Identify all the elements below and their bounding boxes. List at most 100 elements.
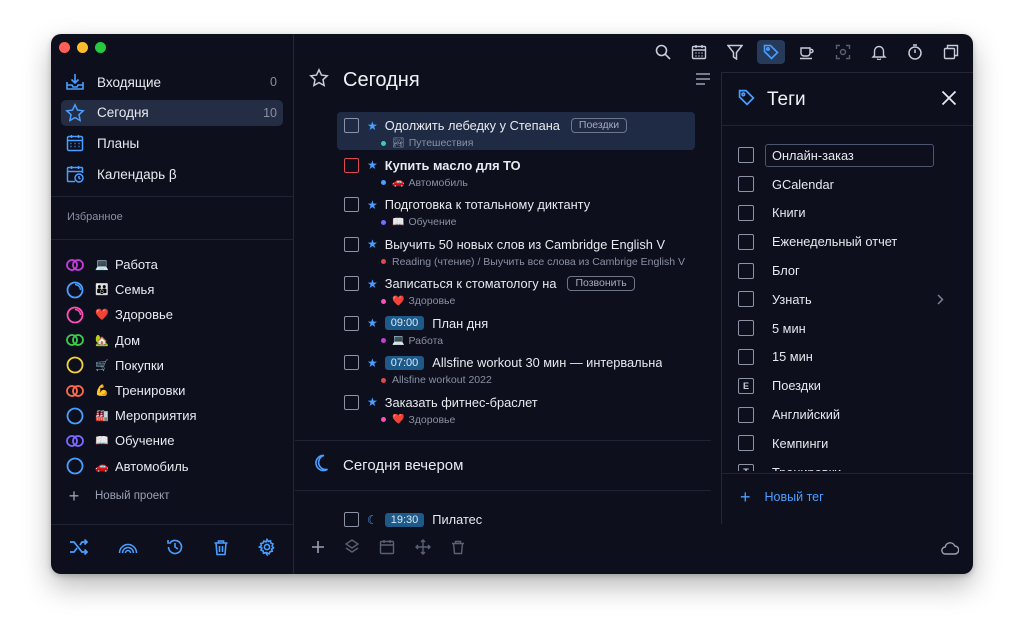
task-row[interactable]: ★ 07:00 Allsfine workout 30 мин — интервал… xyxy=(337,349,695,387)
task-checkbox[interactable] xyxy=(344,118,359,133)
task-row[interactable]: ★ 09:00 План дня 💻 Работа xyxy=(337,310,695,348)
sidebar-item-calendar[interactable]: Календарь β xyxy=(61,161,283,187)
sidebar-project-item[interactable]: 📖 Обучение xyxy=(66,428,286,453)
tag-row[interactable]: Английский xyxy=(738,400,964,429)
task-checkbox[interactable] xyxy=(344,197,359,212)
tag-checkbox[interactable]: T xyxy=(738,464,754,471)
add-icon[interactable] xyxy=(311,540,325,559)
new-project-button[interactable]: + Новый проект xyxy=(67,487,170,505)
task-row[interactable]: ★ Выучить 50 новых слов из Cambridge Engl… xyxy=(337,231,695,269)
trash-icon[interactable] xyxy=(213,539,229,561)
task-row[interactable]: ★ Одолжить лебедку у Степана Поездки 🏞 Путеш… xyxy=(337,112,695,150)
task-checkbox[interactable] xyxy=(344,276,359,291)
plus-icon: + xyxy=(740,487,751,507)
task-checkbox[interactable] xyxy=(344,315,359,331)
tag-row[interactable]: 5 мин xyxy=(738,314,964,343)
task-row[interactable]: ★ Заказать фитнес-браслет ❤️ Здоровье xyxy=(337,389,695,427)
task-checkbox[interactable] xyxy=(344,512,359,527)
task-row[interactable]: ★ Записаться к стоматологу на Позвонить ❤️ З… xyxy=(337,270,695,308)
task-checkbox[interactable] xyxy=(344,394,359,410)
tag-checkbox[interactable] xyxy=(738,147,754,164)
calendar-icon[interactable] xyxy=(379,539,395,560)
tag-row[interactable]: GCalendar xyxy=(738,170,964,199)
new-tag-button[interactable]: + Новый тег xyxy=(740,487,824,507)
sidebar-project-item[interactable]: 🚗 Автомобиль xyxy=(66,454,286,479)
main-panel: Сегодня ★ Одолжить лебедку у Степана Поезд… xyxy=(295,34,721,574)
tag-row[interactable]: Кемпинги xyxy=(738,429,964,458)
tag-mark: E xyxy=(742,380,749,391)
search-icon[interactable] xyxy=(649,40,677,64)
close-icon[interactable] xyxy=(941,90,957,111)
tag-checkbox[interactable] xyxy=(738,262,754,279)
task-checkbox[interactable] xyxy=(344,157,359,173)
tag-name: Еженедельный отчет xyxy=(772,234,898,250)
move-icon[interactable] xyxy=(415,539,431,560)
tag-checkbox[interactable] xyxy=(738,348,754,365)
task-title: Подготовка к тотальному диктанту xyxy=(384,197,591,212)
tag-row[interactable]: T Тренировки xyxy=(738,458,964,471)
tag-row[interactable]: Онлайн-заказ xyxy=(738,141,964,170)
window-icon[interactable] xyxy=(937,40,965,64)
tag-row[interactable]: Книги xyxy=(738,199,964,228)
tag-checkbox[interactable] xyxy=(738,204,754,221)
tag-checkbox[interactable] xyxy=(738,320,754,337)
focus-icon[interactable] xyxy=(829,40,857,64)
sidebar-project-item[interactable]: 🏡 Дом xyxy=(66,328,286,353)
sidebar-item-plans[interactable]: Планы xyxy=(61,130,283,156)
cloud-sync-icon[interactable] xyxy=(941,542,960,560)
calendar-icon[interactable] xyxy=(685,40,713,64)
sidebar-project-item[interactable]: 🏭 Мероприятия xyxy=(66,403,286,428)
sidebar-item-today[interactable]: Сегодня 10 xyxy=(61,99,283,126)
sidebar-project-item[interactable]: 🛒 Покупки xyxy=(66,353,286,378)
task-tag-pill[interactable]: Позвонить xyxy=(567,276,635,291)
tag-name-input[interactable]: Онлайн-заказ xyxy=(765,143,934,167)
rainbow-icon[interactable] xyxy=(118,540,138,559)
project-ring-icon xyxy=(66,407,84,425)
tag-checkbox[interactable] xyxy=(738,406,754,423)
task-row[interactable]: ★ Купить масло для ТО 🚗 Автомобиль xyxy=(337,152,695,190)
layers-icon[interactable] xyxy=(344,539,360,560)
tag-row[interactable]: E Поездки xyxy=(738,371,964,400)
task-tag-pill[interactable]: Поездки xyxy=(570,118,628,133)
project-label: Обучение xyxy=(115,433,175,449)
tag-checkbox[interactable]: E xyxy=(738,377,754,394)
list-menu-icon[interactable] xyxy=(695,72,711,91)
bell-icon[interactable] xyxy=(865,40,893,64)
tag-name: Тренировки xyxy=(772,465,964,471)
task-checkbox[interactable] xyxy=(344,236,359,252)
tags-divider xyxy=(722,473,973,474)
sidebar-project-item[interactable]: 💪 Тренировки xyxy=(66,378,286,403)
star-icon xyxy=(65,102,85,123)
tag-row[interactable]: 15 мин xyxy=(738,343,964,372)
project-emoji: ❤️ xyxy=(392,414,405,425)
tag-row[interactable]: Еженедельный отчет xyxy=(738,227,964,256)
task-checkbox[interactable] xyxy=(344,355,359,370)
settings-icon[interactable] xyxy=(257,537,276,561)
tag-row[interactable]: Блог xyxy=(738,256,964,285)
star-icon: ★ xyxy=(367,237,378,251)
project-emoji: 📖 xyxy=(392,216,405,228)
section-divider xyxy=(295,440,711,441)
tag-icon[interactable] xyxy=(757,40,785,64)
sidebar-project-item[interactable]: 💻 Работа xyxy=(66,252,286,277)
tag-checkbox[interactable] xyxy=(738,435,754,452)
tag-name: Книги xyxy=(772,205,806,221)
project-dot xyxy=(381,417,386,422)
sidebar-project-item[interactable]: 👪 Семья xyxy=(66,277,286,302)
history-icon[interactable] xyxy=(166,538,184,561)
coffee-icon[interactable] xyxy=(793,40,821,64)
tag-checkbox[interactable] xyxy=(738,291,754,308)
sidebar-project-item[interactable]: ❤️ Здоровье xyxy=(66,302,286,327)
project-ring-icon xyxy=(66,356,84,374)
filter-icon[interactable] xyxy=(721,40,749,64)
shuffle-icon[interactable] xyxy=(69,538,89,561)
trash-icon[interactable] xyxy=(451,540,465,560)
sidebar-item-inbox[interactable]: Входящие 0 xyxy=(61,69,283,95)
timer-icon[interactable] xyxy=(901,40,929,64)
task-row[interactable]: ★ Подготовка к тотальному диктанту 📖 Обучен… xyxy=(337,191,695,229)
tag-checkbox[interactable] xyxy=(738,176,754,193)
tag-checkbox[interactable] xyxy=(738,233,754,250)
task-title-row: ★ 07:00 Allsfine workout 30 мин — интервал… xyxy=(367,355,662,370)
chevron-right-icon[interactable] xyxy=(937,293,944,308)
tag-row[interactable]: Узнать xyxy=(738,285,964,314)
